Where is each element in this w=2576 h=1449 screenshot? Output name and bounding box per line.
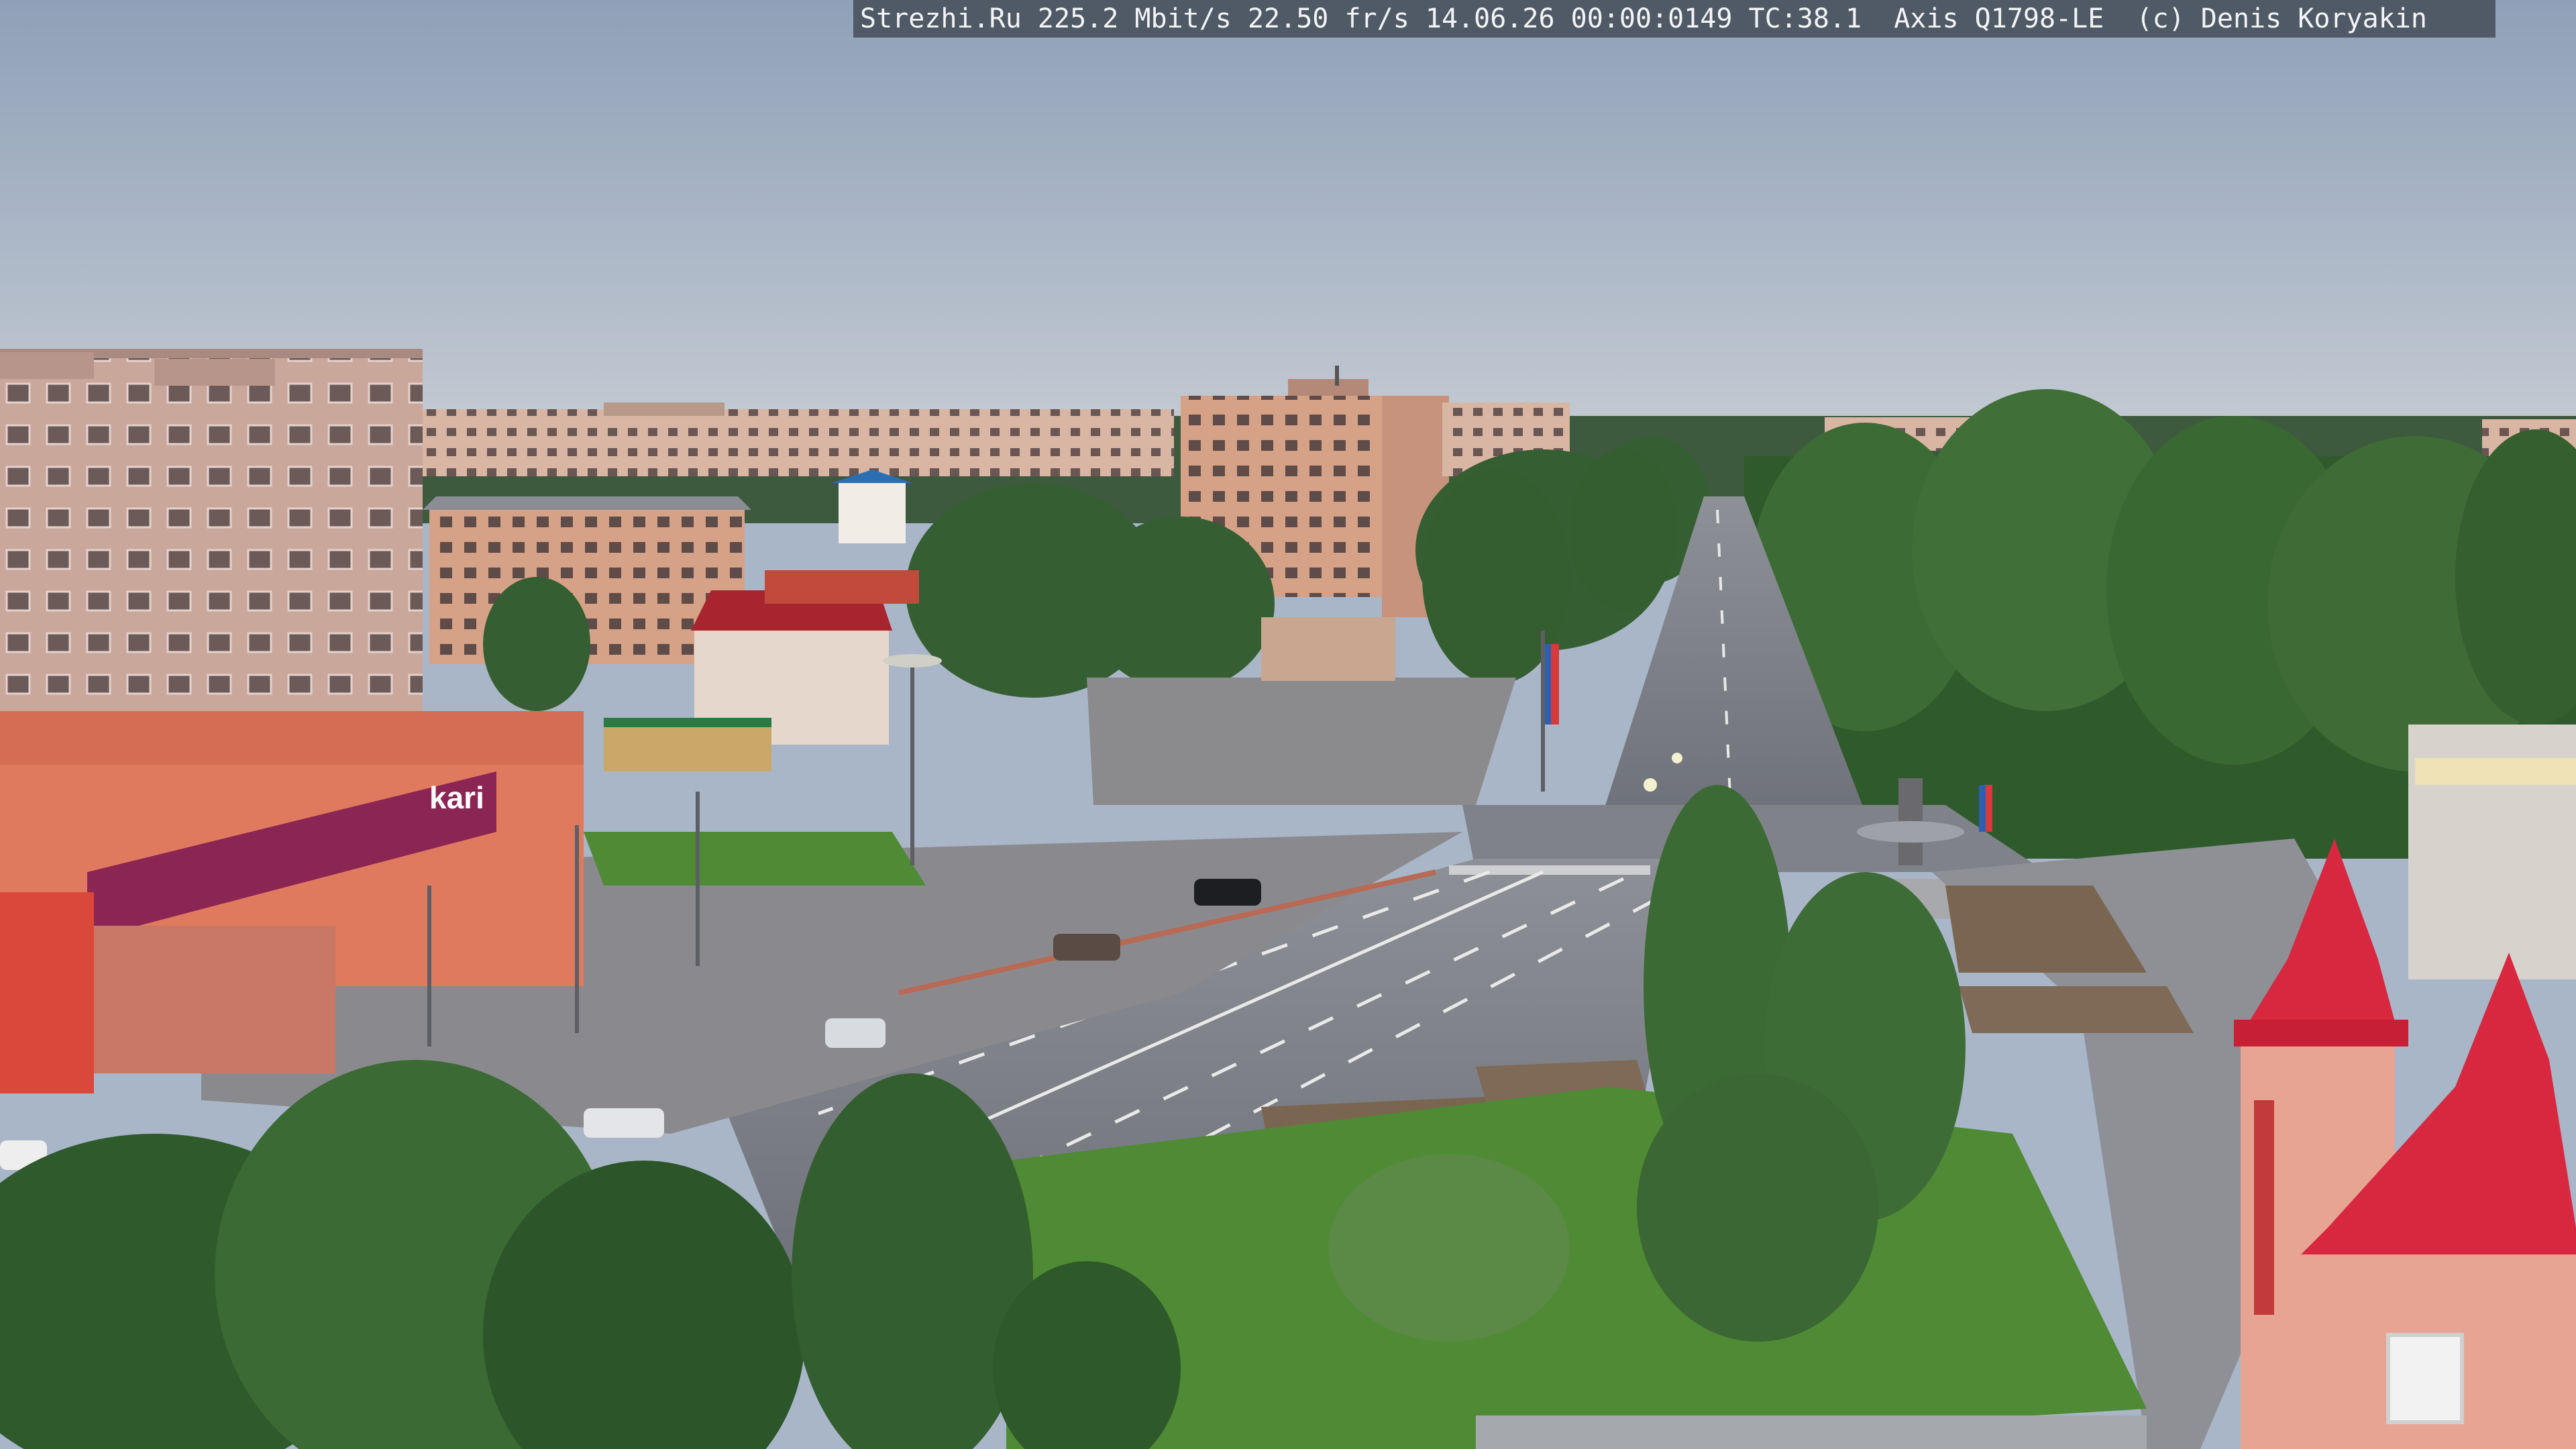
lawn-left: [584, 832, 926, 885]
kiosk: [604, 724, 771, 771]
crosswalk: [1449, 865, 1650, 875]
plaza-edge: [1476, 1415, 2147, 1449]
camera-overlay-text: Strezhi.Ru 225.2 Mbit/s 22.50 fr/s 14.06…: [853, 0, 2496, 38]
store-sign: kari: [429, 780, 484, 815]
plaza: [1087, 678, 1516, 805]
small-pavilion: [1261, 617, 1395, 681]
webcam-scene: kari: [0, 0, 2576, 1449]
